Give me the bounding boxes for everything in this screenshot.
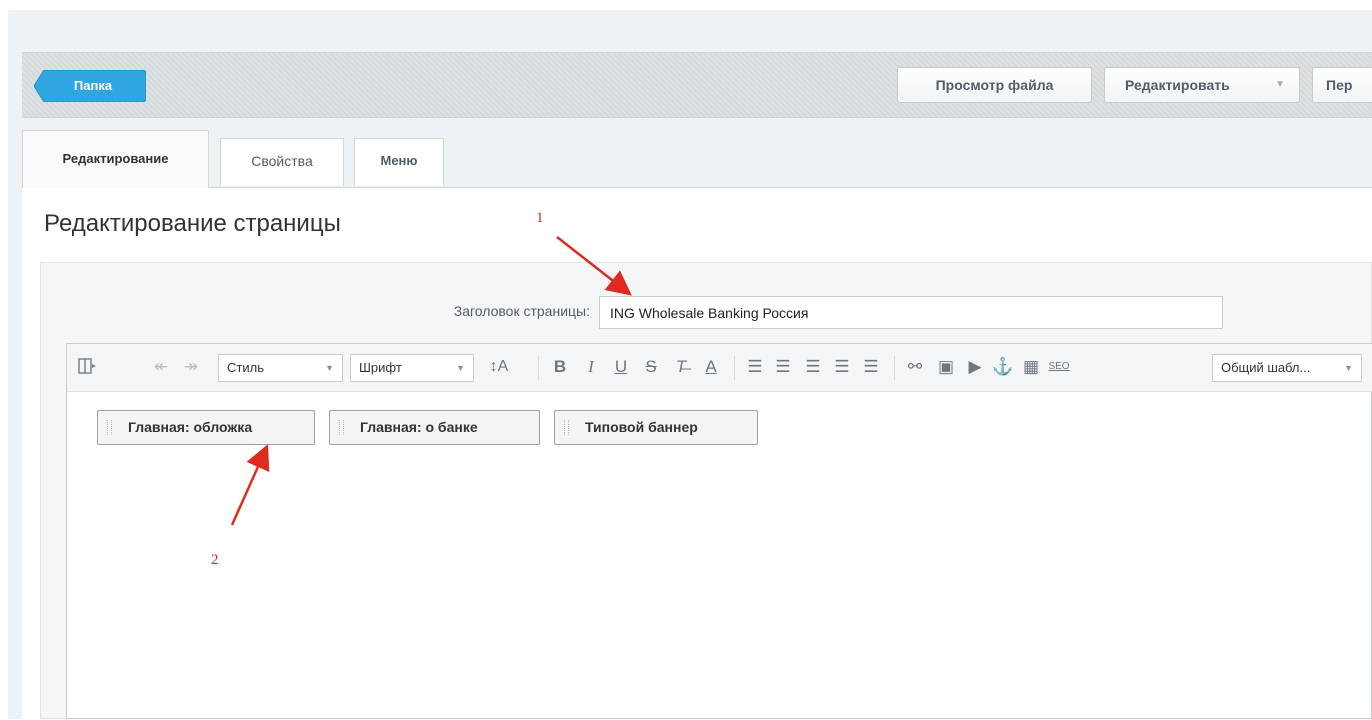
annotation-arrows <box>230 236 632 526</box>
annotation-arrow-1 <box>556 236 632 296</box>
annotation-arrow-2 <box>230 444 270 526</box>
